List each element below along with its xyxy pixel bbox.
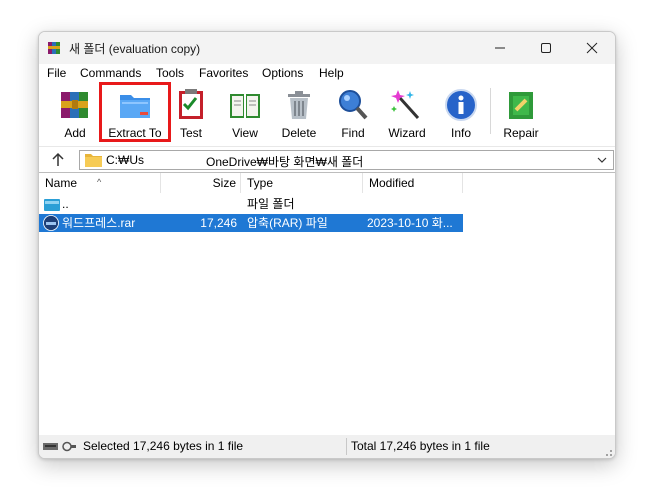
maximize-button[interactable] [523,32,569,64]
add-label: Add [64,126,86,140]
address-bar: C:₩Us OneDrive₩바탕 화면₩새 폴더 [39,146,615,173]
trash-icon [288,91,310,119]
column-header-name[interactable]: Name ^ [39,173,161,193]
table-row-selected[interactable]: 워드프레스.rar 17,246 압축(RAR) 파일 2023-10-10 화… [39,214,463,232]
chevron-down-icon[interactable] [597,156,607,164]
delete-button[interactable]: Delete [279,86,319,144]
winrar-app-icon [48,42,60,54]
column-type-label: Type [247,176,274,190]
column-header-modified[interactable]: Modified [363,173,463,193]
add-archive-icon [61,92,88,118]
test-button[interactable]: Test [173,86,209,144]
file-type: 압축(RAR) 파일 [247,216,328,230]
find-magnifier-icon [339,90,368,120]
address-path-end: OneDrive₩바탕 화면₩새 폴더 [206,155,364,169]
find-label: Find [341,126,365,140]
view-book-icon [230,94,260,118]
table-row[interactable]: .. 파일 폴더 [39,195,463,213]
column-header-size[interactable]: Size [161,173,241,193]
column-size-label: Size [212,176,236,190]
view-label: View [232,126,258,140]
winrar-window: 새 폴더 (evaluation copy) File Commands Too… [38,31,616,459]
address-path-start: C:₩Us [106,153,144,167]
menu-commands[interactable]: Commands [80,66,141,80]
file-name: 워드프레스.rar [62,216,136,230]
test-label: Test [179,126,202,140]
window-title: 새 폴더 (evaluation copy) [69,42,201,56]
close-button[interactable] [569,32,615,64]
repair-button[interactable]: Repair [501,86,541,144]
status-total-text: Total 17,246 bytes in 1 file [351,439,490,453]
column-header-type[interactable]: Type [241,173,363,193]
status-selected-text: Selected 17,246 bytes in 1 file [83,439,244,453]
test-checklist-icon [179,89,203,119]
menu-help[interactable]: Help [319,66,344,80]
toolbar-separator [490,88,491,134]
resize-grip-icon[interactable] [601,445,613,457]
add-button[interactable]: Add [55,86,95,144]
rar-archive-icon [43,215,59,231]
view-button[interactable]: View [225,86,265,144]
folder-up-icon [44,199,60,211]
title-bar: 새 폴더 (evaluation copy) [39,32,615,64]
file-modified: 2023-10-10 화... [367,216,453,230]
repair-label: Repair [503,126,539,140]
find-button[interactable]: Find [333,86,373,144]
file-name: .. [62,197,69,211]
maximize-icon [541,43,551,53]
up-arrow-icon[interactable] [49,151,67,169]
close-icon [586,42,598,54]
menu-tools[interactable]: Tools [156,66,184,80]
info-icon [445,89,477,121]
minimize-icon [495,47,505,49]
wizard-label: Wizard [388,126,426,140]
file-list: Name ^ Size Type Modified .. 파일 폴더 워드프레스… [39,172,615,436]
repair-kit-icon [509,92,533,119]
folder-icon [85,154,102,167]
status-bar: Selected 17,246 bytes in 1 file Total 17… [39,435,615,458]
column-name-label: Name [45,176,78,190]
menu-file[interactable]: File [47,66,66,80]
info-button[interactable]: Info [443,86,479,144]
status-divider [346,438,347,455]
wizard-button[interactable]: Wizard [383,86,431,144]
extract-to-highlight [99,82,171,142]
delete-label: Delete [281,126,317,140]
info-label: Info [450,126,471,140]
address-input[interactable]: C:₩Us OneDrive₩바탕 화면₩새 폴더 [79,150,614,170]
menu-options[interactable]: Options [262,66,303,80]
minimize-button[interactable] [477,32,523,64]
wizard-wand-icon [391,90,420,120]
menu-favorites[interactable]: Favorites [199,66,248,80]
file-type: 파일 폴더 [247,197,295,211]
menu-bar: File Commands Tools Favorites Options He… [39,64,615,84]
drive-status-icon [43,441,76,452]
sort-ascending-icon: ^ [97,177,102,187]
file-size: 17,246 [200,216,237,230]
column-modified-label: Modified [369,176,415,190]
